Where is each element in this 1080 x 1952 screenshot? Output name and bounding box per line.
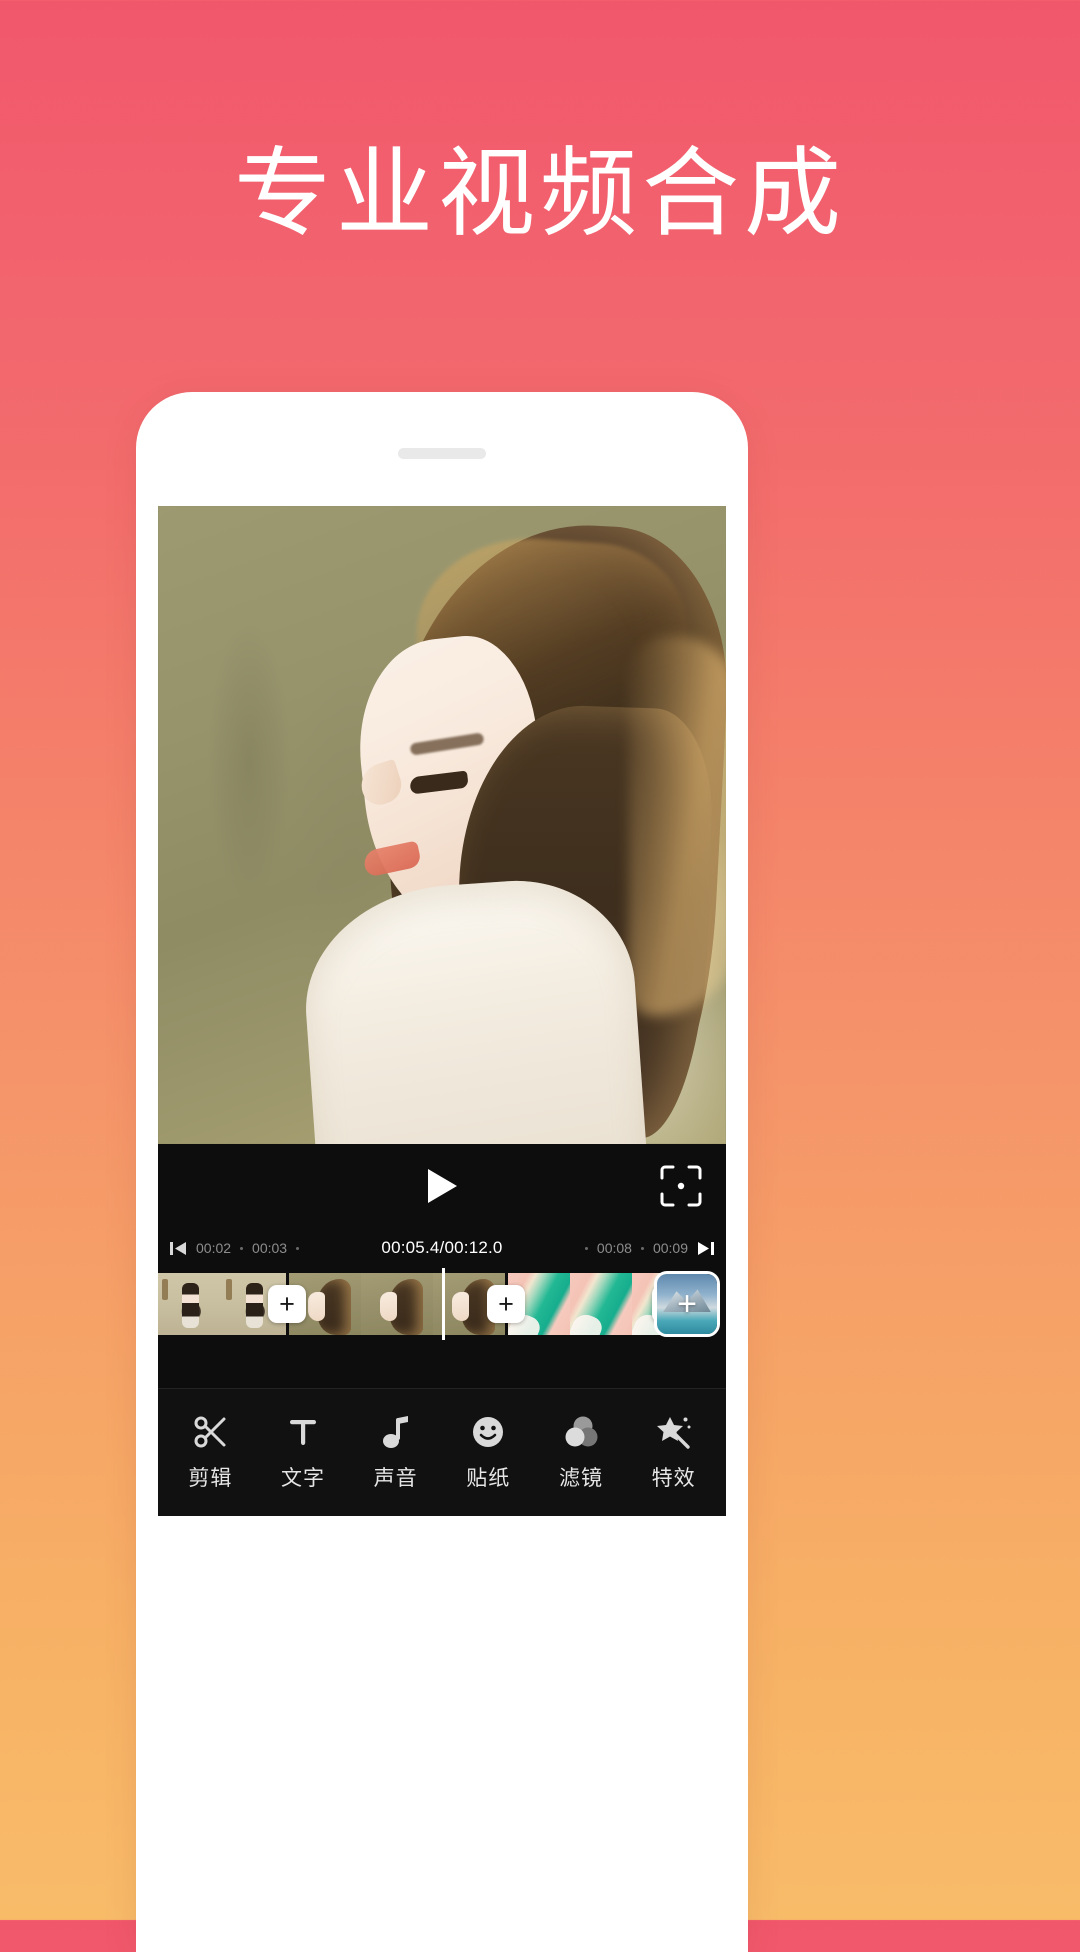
timeline-playhead[interactable] [442,1268,445,1340]
timeline-clip[interactable] [289,1273,505,1335]
skip-previous-icon[interactable] [170,1241,187,1256]
ruler-right-group: 00:08 00:09 [509,1240,715,1256]
tool-button-text[interactable]: 文字 [261,1413,345,1492]
tool-button-sticker[interactable]: 贴纸 [446,1413,530,1492]
tool-label: 贴纸 [466,1466,511,1490]
add-clip-label: + [677,1285,697,1323]
tool-label: 剪辑 [188,1466,233,1490]
ruler-tick-dot [296,1246,300,1250]
ruler-left-group: 00:02 00:03 [170,1240,375,1256]
sticker-smiley-icon [470,1413,506,1451]
ruler-tick-label: 00:08 [596,1240,632,1256]
video-preview[interactable] [158,506,726,1144]
phone-mockup: 00:02 00:03 00:05.4/00:12.0 00:08 00:09 [136,392,748,1952]
clip-thumbnail [361,1273,433,1335]
ruler-tick-dot [584,1246,588,1250]
add-transition-button[interactable]: + [487,1285,525,1323]
fullscreen-icon [660,1165,702,1207]
tool-button-audio[interactable]: 声音 [354,1413,438,1492]
tool-label: 声音 [373,1466,418,1490]
phone-speaker-grille [398,448,486,459]
time-display: 00:05.4/00:12.0 [381,1238,503,1257]
music-note-icon [380,1413,412,1451]
scissors-icon [192,1413,228,1451]
tool-button-trim[interactable]: 剪辑 [168,1413,252,1492]
clip-thumbnail [570,1273,632,1335]
ruler-tick-label: 00:03 [252,1240,288,1256]
magic-wand-icon [656,1413,692,1451]
text-icon [286,1413,320,1451]
tool-button-filter[interactable]: 滤镜 [539,1413,623,1492]
ruler-tick-label: 00:02 [196,1240,232,1256]
filter-circles-icon [563,1413,599,1451]
editor-toolbar: 剪辑 文字 声音 贴纸 滤镜 特效 [158,1388,726,1516]
timeline-clip[interactable] [158,1273,286,1335]
add-clip-button[interactable]: + [654,1271,720,1337]
ruler-tick-dot [640,1246,644,1250]
ruler-tick-label: 00:09 [652,1240,689,1256]
player-control-bar [158,1144,726,1228]
timeline-ruler[interactable]: 00:02 00:03 00:05.4/00:12.0 00:08 00:09 [158,1228,726,1268]
page-title: 专业视频合成 [234,137,846,250]
add-transition-button[interactable]: + [268,1285,306,1323]
tool-button-effects[interactable]: 特效 [632,1413,716,1492]
tool-label: 文字 [280,1466,325,1490]
fullscreen-button[interactable] [658,1163,704,1209]
preview-rim-light [628,636,726,1016]
tool-label: 特效 [651,1466,696,1490]
timeline-strip[interactable]: + + + + [158,1268,726,1340]
play-icon [428,1169,457,1203]
ruler-tick-dot [240,1246,244,1250]
play-button[interactable] [419,1163,465,1209]
clip-thumbnail [158,1273,222,1335]
tool-label: 滤镜 [558,1466,603,1490]
app-screen: 00:02 00:03 00:05.4/00:12.0 00:08 00:09 [158,506,726,1516]
skip-next-icon[interactable] [697,1241,715,1256]
